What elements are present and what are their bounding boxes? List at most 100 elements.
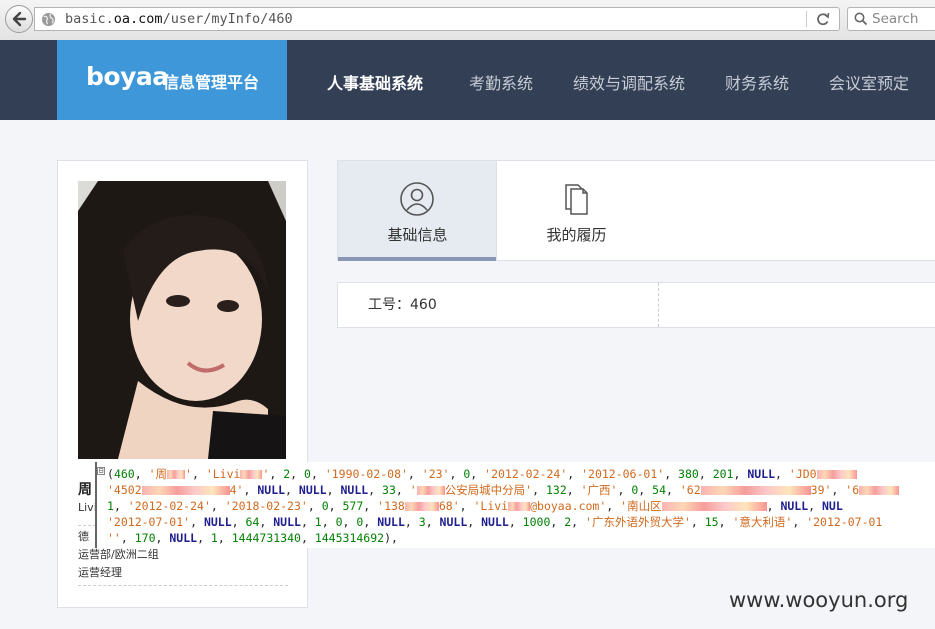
sql-token: , bbox=[243, 483, 258, 497]
sql-token: 0 bbox=[304, 467, 311, 481]
tab-my-resume[interactable]: 我的履历 bbox=[497, 161, 656, 261]
watermark: www.wooyun.org bbox=[729, 588, 909, 612]
sql-token: '广东外语外贸大学' bbox=[585, 515, 691, 529]
logo-mark: boyaa bbox=[86, 62, 169, 91]
sql-token: '' bbox=[107, 531, 121, 545]
tab-my-resume-label: 我的履历 bbox=[546, 226, 607, 244]
sql-token: , bbox=[617, 483, 632, 497]
sql-token: 4' bbox=[229, 483, 244, 497]
sql-token: '2012-02-24' bbox=[484, 467, 568, 481]
sql-token: , bbox=[300, 531, 315, 545]
sql-token: 132 bbox=[545, 483, 567, 497]
sql-token: , bbox=[831, 483, 846, 497]
redaction bbox=[141, 486, 230, 495]
sql-token: , bbox=[690, 515, 705, 529]
sql-token: , bbox=[532, 483, 546, 497]
back-button[interactable] bbox=[5, 5, 33, 33]
logo[interactable]: boyaa 信息管理平台 bbox=[57, 40, 287, 120]
fold-marker-icon[interactable]: ⊟ bbox=[97, 467, 105, 475]
top-navigation: boyaa 信息管理平台 人事基础系统 考勤系统 绩效与调配系统 财务系统 会议… bbox=[0, 40, 935, 120]
sql-token: 201 bbox=[712, 467, 734, 481]
reload-icon[interactable] bbox=[815, 11, 831, 27]
sql-token: '南山区 bbox=[620, 499, 662, 513]
sql-token: , bbox=[342, 515, 357, 529]
sql-token: 'Livi bbox=[205, 467, 241, 481]
sql-token: '62 bbox=[679, 483, 701, 497]
sql-token: 公安局城中分局' bbox=[444, 483, 533, 497]
sql-token: NULL bbox=[747, 467, 776, 481]
sql-token: '6 bbox=[845, 483, 860, 497]
redaction bbox=[700, 486, 811, 495]
sql-line-2: '4502 4', NULL, NULL, NULL, 33, ' 公安局城中分局'… bbox=[107, 482, 900, 498]
sql-token: , bbox=[155, 531, 170, 545]
sql-token: , bbox=[775, 467, 789, 481]
sql-token: , bbox=[792, 515, 807, 529]
profile-position: 运营经理 bbox=[78, 566, 122, 579]
sql-token: , bbox=[231, 515, 246, 529]
nav-item-hr-basic[interactable]: 人事基础系统 bbox=[327, 70, 423, 94]
sql-token: , bbox=[666, 483, 680, 497]
redaction bbox=[240, 470, 263, 479]
sql-token: 1000 bbox=[522, 515, 551, 529]
sql-token: , bbox=[459, 499, 474, 513]
sql-token: 1 bbox=[210, 531, 218, 545]
sql-line-3: 1, '2012-02-24', '2018-02-23', 0, 577, '… bbox=[107, 498, 843, 514]
sql-token: ), bbox=[384, 531, 398, 545]
address-bar[interactable]: basic.oa.com/user/myInfo/460 bbox=[34, 7, 840, 31]
sql-token: , bbox=[467, 515, 482, 529]
redaction bbox=[816, 470, 857, 479]
sql-token: 3 bbox=[418, 515, 426, 529]
sql-token: 0 bbox=[321, 499, 329, 513]
sql-token: , bbox=[766, 499, 781, 513]
url-separator bbox=[806, 11, 807, 27]
info-separator bbox=[658, 283, 659, 327]
search-icon bbox=[854, 12, 868, 26]
profile-tabs: 基础信息 我的履历 bbox=[337, 160, 935, 261]
sql-token: , bbox=[269, 467, 284, 481]
sql-token: NULL bbox=[377, 515, 405, 529]
profile-location: 德 bbox=[78, 530, 89, 543]
sql-token: , bbox=[326, 483, 341, 497]
nav-item-attendance[interactable]: 考勤系统 bbox=[469, 70, 533, 94]
sql-token: '广西' bbox=[580, 483, 618, 497]
nav-item-meeting-room[interactable]: 会议室预定 bbox=[829, 70, 909, 94]
sql-token: , bbox=[718, 515, 733, 529]
sql-token: , bbox=[190, 515, 204, 529]
url-path: /user/myInfo/460 bbox=[162, 11, 293, 27]
sql-token: , bbox=[363, 499, 378, 513]
sql-token: , bbox=[425, 515, 440, 529]
sql-token: , bbox=[808, 499, 822, 513]
sql-token: , bbox=[290, 467, 305, 481]
sql-token: 33 bbox=[382, 483, 396, 497]
sql-token: 380 bbox=[678, 467, 699, 481]
sql-token: , bbox=[698, 467, 713, 481]
tab-basic-info[interactable]: 基础信息 bbox=[338, 161, 497, 261]
sql-token: , bbox=[307, 499, 322, 513]
nav-item-performance[interactable]: 绩效与调配系统 bbox=[573, 70, 685, 94]
sql-token: '2018-02-23' bbox=[224, 499, 308, 513]
sql-token: , bbox=[259, 515, 274, 529]
sql-line-5: '', 170, NULL, 1, 1444731340, 1445314692… bbox=[107, 530, 398, 546]
profile-photo bbox=[78, 181, 286, 459]
nav-item-finance[interactable]: 财务系统 bbox=[725, 70, 789, 94]
sql-token: NULL bbox=[273, 515, 301, 529]
sql-token: , bbox=[210, 499, 225, 513]
sql-token: NULL bbox=[481, 515, 509, 529]
employee-id: 工号：460 bbox=[368, 297, 437, 313]
sql-token: , bbox=[363, 515, 378, 529]
sql-token: , bbox=[449, 467, 464, 481]
profile-name: 周 bbox=[78, 482, 92, 498]
sql-token: '23' bbox=[421, 467, 450, 481]
sql-token: '138 bbox=[377, 499, 405, 513]
sql-token: , bbox=[733, 467, 748, 481]
browser-toolbar: basic.oa.com/user/myInfo/460 Search bbox=[0, 0, 935, 41]
sql-token: , bbox=[113, 499, 128, 513]
browser-search-box[interactable]: Search bbox=[847, 7, 935, 31]
redaction bbox=[416, 486, 445, 495]
sql-token: , bbox=[566, 483, 581, 497]
sql-token: '2012-07-01' bbox=[107, 515, 191, 529]
sql-token: , bbox=[120, 531, 135, 545]
sql-token: , bbox=[470, 467, 485, 481]
sql-token: , bbox=[368, 483, 383, 497]
url-text[interactable]: basic.oa.com/user/myInfo/460 bbox=[65, 11, 293, 27]
